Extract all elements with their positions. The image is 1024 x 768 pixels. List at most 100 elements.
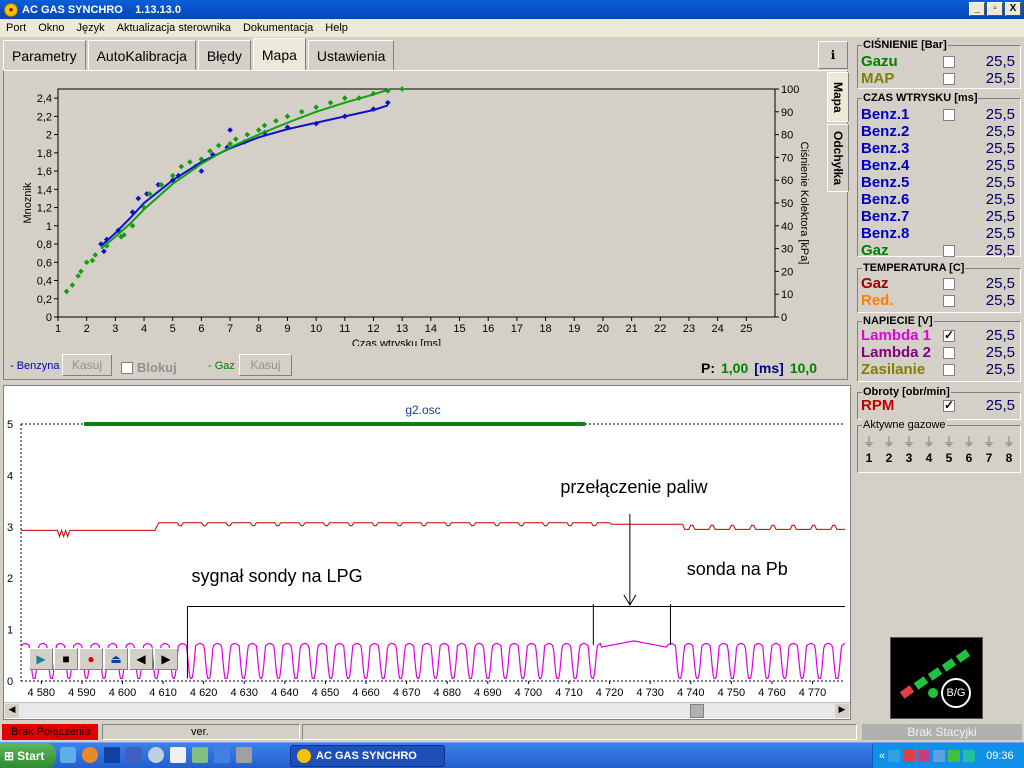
row-checkbox[interactable]	[943, 244, 955, 257]
menu-dokumentacja[interactable]: Dokumentacja	[237, 22, 319, 34]
app9-icon[interactable]	[236, 747, 252, 763]
row-checkbox[interactable]	[943, 108, 955, 121]
menu-bar: Port Okno Język Aktualizacja sterownika …	[0, 19, 1024, 37]
ie-icon[interactable]	[60, 747, 76, 763]
row-label: Benz.4	[861, 157, 910, 174]
app5-icon[interactable]	[148, 747, 164, 763]
blokuj-label: Blokuj	[137, 360, 177, 375]
y-tick-label: 2	[46, 130, 52, 142]
row-label: Gaz	[861, 242, 889, 259]
play-button[interactable]: ▶	[29, 648, 53, 670]
x-tick-label: 17	[511, 323, 523, 335]
tray-icon-4[interactable]	[933, 749, 946, 762]
scroll-thumb[interactable]	[690, 704, 704, 718]
restore-button[interactable]: ▫	[987, 2, 1003, 16]
app4-icon[interactable]	[126, 747, 142, 763]
tab-autokalibracja[interactable]: AutoKalibracja	[87, 40, 196, 70]
minimize-button[interactable]: _	[969, 2, 985, 16]
row-checkbox[interactable]	[943, 346, 955, 359]
eject-button[interactable]: ⏏	[104, 648, 128, 670]
bg-button[interactable]: B/G	[941, 678, 971, 708]
connection-status: Brak Połączenia	[2, 724, 98, 740]
x-tick-label: 22	[654, 323, 666, 335]
app7-icon[interactable]	[192, 747, 208, 763]
row-value: 25,5	[985, 361, 1015, 378]
tray-expand-icon[interactable]: «	[879, 750, 885, 762]
x-tick-label: 19	[568, 323, 580, 335]
gaz-point	[92, 252, 99, 258]
prev-button[interactable]: ◀	[129, 648, 153, 670]
benzyna-curve	[100, 104, 389, 247]
tray-icon-1[interactable]	[888, 749, 901, 762]
scroll-left-icon[interactable]: ◀	[5, 704, 19, 718]
osc-x-tick-label: 4 670	[393, 687, 421, 699]
row-value: 25,5	[985, 191, 1015, 208]
tab-parametry[interactable]: Parametry	[3, 40, 86, 70]
menu-okno[interactable]: Okno	[32, 22, 70, 34]
level-led	[941, 658, 957, 672]
tab-bledy[interactable]: Błędy	[197, 40, 251, 70]
start-button[interactable]: ⊞ Start	[0, 743, 56, 768]
menu-port[interactable]: Port	[0, 22, 32, 34]
info-icon[interactable]: ℹ	[818, 41, 848, 69]
right-panel: CIŚNIENIE [Bar] Gazu 25,5 MAP 25,5 CZAS WTRYS…	[853, 37, 1024, 720]
y2-tick-label: 90	[781, 107, 793, 119]
row-checkbox[interactable]	[943, 294, 955, 307]
kasuj-benzyna-button[interactable]: Kasuj	[62, 354, 112, 376]
benzyna-point	[341, 113, 348, 120]
osc-x-tick-label: 4 750	[718, 687, 746, 699]
y-tick-label: 0	[46, 312, 52, 324]
y-tick-label: 2,2	[37, 111, 52, 123]
value-row: Lambda 2 25,5	[861, 344, 1019, 361]
tray-icon-2[interactable]	[903, 749, 916, 762]
y2-tick-label: 80	[781, 130, 793, 142]
tray-icon-3[interactable]	[918, 749, 931, 762]
y-tick-label: 0,2	[37, 294, 52, 306]
x-tick-label: 8	[256, 323, 262, 335]
save-icon[interactable]	[104, 747, 120, 763]
gaz-point	[63, 288, 70, 295]
benzyna-point	[198, 168, 205, 174]
menu-help[interactable]: Help	[319, 22, 354, 34]
group-aktywne: Aktywne gazowe ⏚ 1 ⏚ 2 ⏚ 3 ⏚ 4 ⏚ 5 ⏚ 6 ⏚ 7 ⏚ 8	[857, 419, 1021, 473]
menu-jezyk[interactable]: Język	[70, 22, 110, 34]
y2-tick-label: 10	[781, 289, 793, 301]
firefox-icon[interactable]	[82, 747, 98, 763]
app6-icon[interactable]	[170, 747, 186, 763]
app8-icon[interactable]	[214, 747, 230, 763]
map-panel: 1 2 3 4 5 6 7 8 9 10 11 12 13 14 15 16 17 18 19 20 21 22 23 24 2…	[3, 70, 848, 380]
tray-icon-5[interactable]	[948, 749, 961, 762]
row-checkbox[interactable]	[943, 363, 955, 376]
blokuj-checkbox[interactable]	[121, 361, 133, 374]
row-checkbox[interactable]	[943, 72, 955, 85]
osc-x-tick-label: 4 630	[230, 687, 258, 699]
side-tab-odchylka[interactable]: Odchyłka	[827, 124, 849, 192]
osc-x-tick-label: 4 590	[68, 687, 96, 699]
taskbar-app-button[interactable]: AC GAS SYNCHRO	[290, 745, 445, 767]
record-button[interactable]: ●	[79, 648, 103, 670]
tray-icon-6[interactable]	[963, 749, 976, 762]
row-checkbox[interactable]	[943, 55, 955, 68]
x-tick-label: 10	[310, 323, 322, 335]
horizontal-scrollbar[interactable]: ◀ ▶	[4, 702, 850, 718]
side-tab-mapa[interactable]: Mapa	[827, 72, 849, 122]
system-tray: « 09:36	[872, 743, 1024, 768]
injector-number: 7	[985, 451, 993, 465]
kasuj-gaz-button[interactable]: Kasuj	[239, 354, 292, 376]
row-checkbox[interactable]	[943, 328, 955, 342]
gaz-point	[215, 142, 222, 149]
tab-mapa[interactable]: Mapa	[252, 38, 306, 70]
row-label: Gaz	[861, 275, 889, 292]
close-button[interactable]: X	[1005, 2, 1021, 16]
scroll-right-icon[interactable]: ▶	[835, 704, 849, 718]
stop-button[interactable]: ■	[54, 648, 78, 670]
group-obroty: Obroty [obr/min]RPM25,5	[857, 386, 1021, 420]
osc-y-tick-label: 5	[7, 419, 13, 431]
row-checkbox[interactable]	[943, 277, 955, 290]
fuel-switch-widget[interactable]: B/G	[890, 637, 983, 719]
row-value: 25,5	[985, 174, 1015, 191]
menu-aktualizacja[interactable]: Aktualizacja sterownika	[111, 22, 237, 34]
next-button[interactable]: ▶	[154, 648, 178, 670]
row-checkbox[interactable]	[943, 398, 955, 412]
tab-ustawienia[interactable]: Ustawienia	[307, 40, 395, 70]
